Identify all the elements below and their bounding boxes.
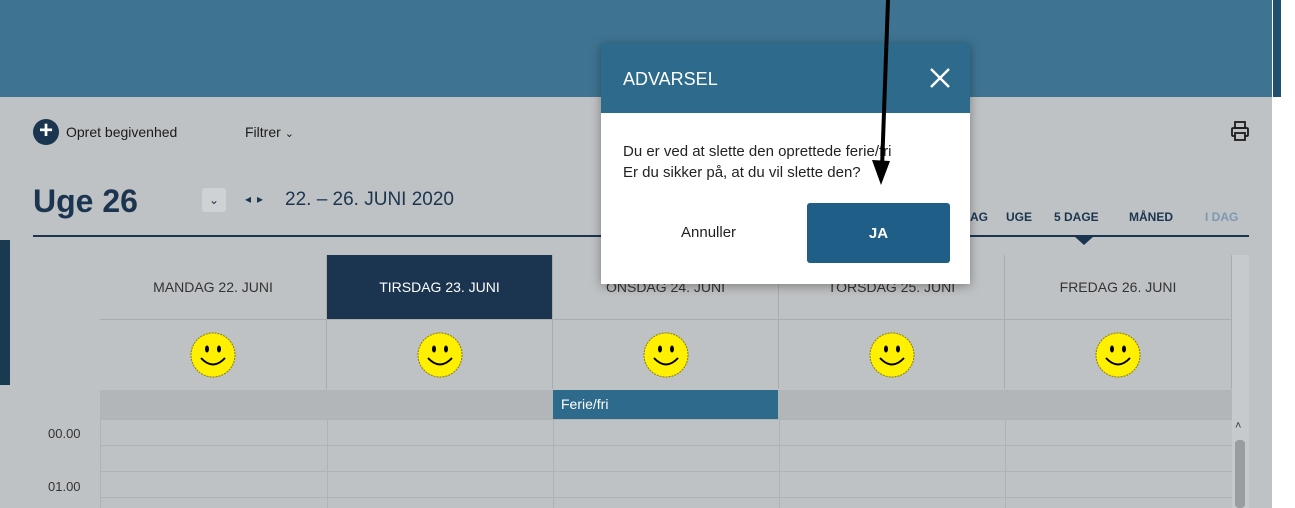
dialog-header: ADVARSEL <box>601 43 970 113</box>
view-month[interactable]: MÅNED <box>1129 210 1173 224</box>
plus-circle-icon[interactable]: + <box>33 119 59 145</box>
close-icon[interactable] <box>927 65 953 91</box>
dialog-message-line2: Er du sikker på, at du vil slette den? <box>623 164 861 181</box>
view-today[interactable]: I DAG <box>1205 210 1238 224</box>
grid-line <box>553 419 554 508</box>
event-ferie-fri[interactable]: Ferie/fri <box>553 390 778 419</box>
week-nav: ◂▸ <box>245 192 269 206</box>
time-label: 01.00 <box>48 479 81 494</box>
week-range: 22. – 26. JUNI 2020 <box>285 189 454 210</box>
dialog-title: ADVARSEL <box>623 69 718 89</box>
day-header-tuesday[interactable]: TIRSDAG 23. JUNI <box>327 255 553 319</box>
next-week-icon[interactable]: ▸ <box>257 192 269 206</box>
grid-line <box>100 419 101 508</box>
smiley-face-icon <box>417 332 462 377</box>
filter-button[interactable]: Filtrer ⌄ <box>245 124 294 140</box>
grid-line <box>327 419 328 508</box>
printer-icon[interactable] <box>1229 120 1251 142</box>
banner-edge <box>1273 0 1281 97</box>
left-side-bar <box>0 240 10 385</box>
grid-line <box>100 471 1232 472</box>
confirm-button[interactable]: JA <box>807 203 950 263</box>
confirm-dialog: ADVARSEL Du er ved at slette den oprette… <box>601 43 970 284</box>
day-smiley-cell <box>327 319 553 389</box>
view-5-days[interactable]: 5 DAGE <box>1054 210 1099 224</box>
grid-line <box>100 497 1232 498</box>
day-smiley-cell <box>553 319 779 389</box>
view-week[interactable]: UGE <box>1006 210 1032 224</box>
day-header-friday[interactable]: FREDAG 26. JUNI <box>1005 255 1232 319</box>
scroll-up-icon[interactable]: ˄ <box>1235 420 1241 432</box>
smiley-face-icon <box>869 332 914 377</box>
prev-week-icon[interactable]: ◂ <box>245 192 257 206</box>
chevron-down-icon: ⌄ <box>208 193 220 207</box>
create-event-button[interactable]: Opret begivenhed <box>66 124 177 140</box>
day-smiley-cell <box>1005 319 1232 389</box>
filter-label: Filtrer <box>245 124 281 140</box>
smiley-face-icon <box>643 332 688 377</box>
chevron-down-icon: ⌄ <box>284 128 294 140</box>
app-root: + Opret begivenhed Filtrer ⌄ Uge 26 ⌄ ◂▸ … <box>0 0 1295 508</box>
week-dropdown[interactable]: ⌄ <box>202 188 226 212</box>
time-label: 00.00 <box>48 426 81 441</box>
smiley-face-icon <box>190 332 236 377</box>
week-title: Uge 26 <box>33 183 138 219</box>
grid-line <box>779 419 780 508</box>
grid-line <box>1005 419 1006 508</box>
smiley-face-icon <box>1095 332 1141 377</box>
view-day[interactable]: AG <box>970 210 988 224</box>
day-smiley-cell <box>100 319 327 389</box>
right-strip <box>1272 97 1295 508</box>
dialog-message-line1: Du er ved at slette den oprettede ferie/… <box>623 143 892 160</box>
grid-line <box>100 445 1232 446</box>
scrollbar-thumb[interactable] <box>1235 440 1245 508</box>
day-smiley-cell <box>779 319 1005 389</box>
day-header-monday[interactable]: MANDAG 22. JUNI <box>100 255 327 319</box>
banner-right-strip <box>1272 0 1295 97</box>
active-view-caret <box>1074 236 1094 245</box>
grid-line <box>100 419 1232 420</box>
cancel-button[interactable]: Annuller <box>681 224 736 241</box>
